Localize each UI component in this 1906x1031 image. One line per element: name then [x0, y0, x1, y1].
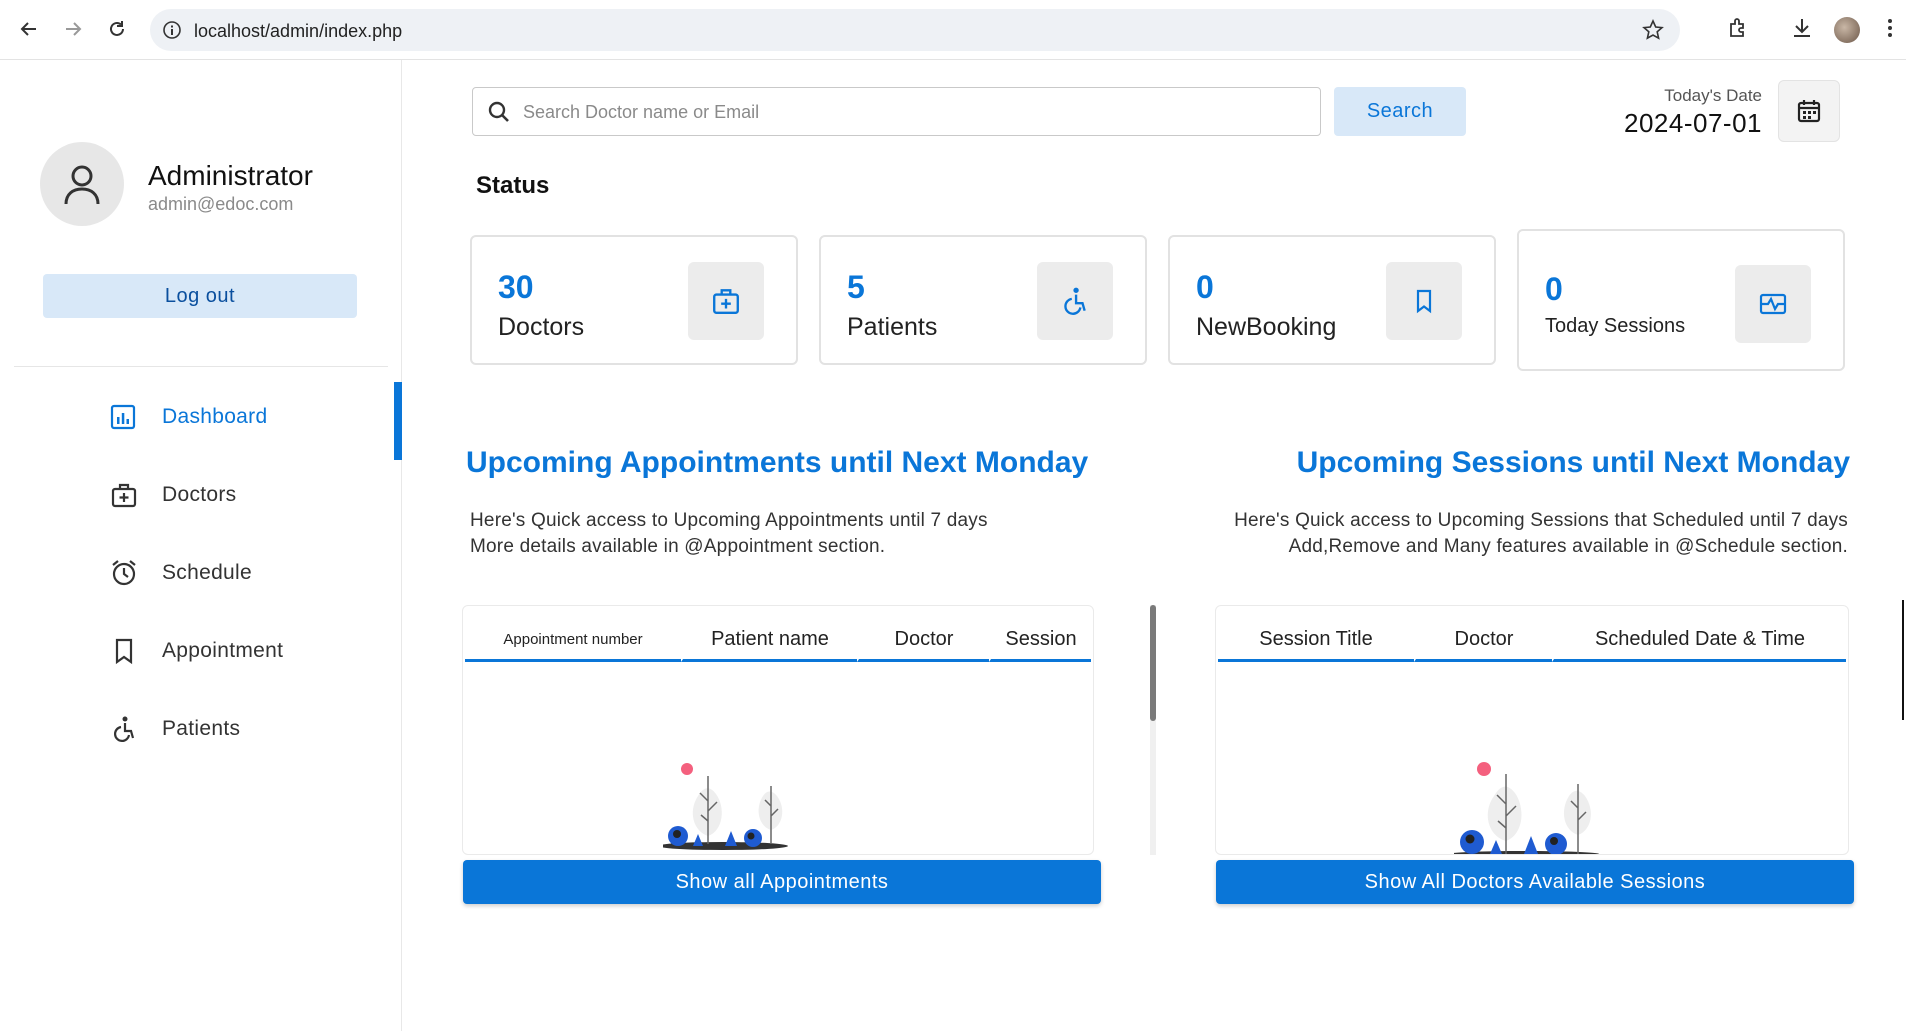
browser-toolbar: localhost/admin/index.php: [0, 0, 1906, 60]
scrollbar-thumb[interactable]: [1150, 605, 1156, 721]
column-header: Appointment number: [465, 622, 681, 662]
user-icon: [64, 165, 100, 205]
status-title: Status: [476, 172, 550, 199]
stat-card-newbooking: 0 NewBooking: [1168, 235, 1496, 365]
arrow-right-icon: [66, 22, 82, 36]
calendar-button[interactable]: [1778, 80, 1840, 142]
stat-card-doctors: 30 Doctors: [470, 235, 798, 365]
sessions-table: Session Title Doctor Scheduled Date & Ti…: [1215, 605, 1849, 855]
appointments-desc-line2: More details available in @Appointment s…: [470, 536, 886, 557]
back-button[interactable]: [14, 14, 44, 44]
reload-button[interactable]: [102, 14, 132, 44]
bookmark-icon: [110, 637, 138, 665]
profile-name: Administrator: [148, 160, 313, 191]
doctors-icon: [688, 262, 764, 340]
sidebar: Administrator admin@edoc.com Log out Das…: [0, 60, 402, 1031]
sidebar-item-label: Dashboard: [162, 405, 268, 428]
extensions-icon[interactable]: [1726, 16, 1750, 40]
user-avatar: [40, 142, 124, 226]
sidebar-item-schedule[interactable]: Schedule: [0, 538, 402, 608]
column-header: Session Title: [1218, 622, 1414, 662]
search-input[interactable]: [523, 98, 1303, 126]
search-icon: [487, 100, 511, 124]
wheelchair-icon: [1037, 262, 1113, 340]
show-all-sessions-button[interactable]: Show All Doctors Available Sessions: [1216, 860, 1854, 904]
sidebar-item-appointment[interactable]: Appointment: [0, 616, 402, 686]
address-bar[interactable]: localhost/admin/index.php: [150, 9, 1680, 51]
active-indicator: [394, 382, 402, 460]
sessions-heading: Upcoming Sessions until Next Monday: [1296, 446, 1850, 479]
sidebar-item-label: Schedule: [162, 561, 252, 584]
sessions-desc-line1: Here's Quick access to Upcoming Sessions…: [1234, 510, 1848, 531]
logout-button[interactable]: Log out: [43, 274, 357, 318]
browser-profile-avatar[interactable]: [1834, 17, 1860, 43]
stat-label: Today Sessions: [1545, 315, 1686, 337]
date-label: Today's Date: [1664, 86, 1762, 105]
column-header: Scheduled Date & Time: [1552, 622, 1846, 662]
wheelchair-icon: [110, 715, 138, 743]
site-info-icon[interactable]: [162, 20, 182, 40]
more-menu-icon[interactable]: [1886, 16, 1894, 40]
stat-value: 0: [1196, 269, 1214, 305]
column-header: Doctor: [857, 622, 989, 662]
sessions-description: Here's Quick access to Upcoming Sessions…: [1234, 508, 1848, 560]
search-box: [472, 87, 1321, 136]
window-edge: [1902, 600, 1904, 720]
calendar-icon: [1797, 100, 1821, 123]
column-header: Doctor: [1414, 622, 1552, 662]
doctors-icon: [110, 481, 138, 509]
profile-email: admin@edoc.com: [148, 194, 294, 214]
arrow-left-icon: [20, 22, 36, 36]
sidebar-item-doctors[interactable]: Doctors: [0, 460, 402, 530]
stat-label: Doctors: [498, 313, 585, 341]
sidebar-item-patients[interactable]: Patients: [0, 694, 402, 764]
sessions-desc-line2: Add,Remove and Many features available i…: [1288, 536, 1848, 557]
column-header: Session: [989, 622, 1091, 662]
stat-value: 0: [1545, 271, 1563, 307]
sidebar-item-dashboard[interactable]: Dashboard: [0, 382, 402, 460]
empty-state-illustration: [1454, 756, 1614, 854]
column-header: Patient name: [681, 622, 857, 662]
stat-card-today-sessions: 0 Today Sessions: [1517, 229, 1845, 371]
search-button[interactable]: Search: [1334, 87, 1466, 136]
sidebar-item-label: Doctors: [162, 483, 237, 506]
url-text: localhost/admin/index.php: [194, 21, 403, 41]
appointments-table: Appointment number Patient name Doctor S…: [462, 605, 1094, 855]
reload-icon: [110, 21, 124, 36]
appointments-desc-line1: Here's Quick access to Upcoming Appointm…: [470, 510, 988, 531]
sidebar-item-label: Appointment: [162, 639, 284, 662]
download-icon[interactable]: [1790, 16, 1814, 40]
stat-label: Patients: [847, 313, 938, 341]
show-all-appointments-button[interactable]: Show all Appointments: [463, 860, 1101, 904]
sidebar-item-label: Patients: [162, 717, 241, 740]
stat-card-patients: 5 Patients: [819, 235, 1147, 365]
forward-button[interactable]: [58, 14, 88, 44]
bookmark-icon: [1386, 262, 1462, 340]
dashboard-icon: [110, 404, 136, 430]
alarm-clock-icon: [110, 559, 138, 587]
sidebar-divider: [14, 366, 388, 367]
stat-value: 30: [498, 269, 534, 305]
date-value: 2024-07-01: [1624, 108, 1762, 138]
stat-label: NewBooking: [1196, 313, 1337, 341]
bookmark-star-icon[interactable]: [1642, 19, 1664, 41]
appointments-description: Here's Quick access to Upcoming Appointm…: [470, 508, 988, 560]
empty-state-illustration: [663, 756, 803, 854]
stat-value: 5: [847, 269, 865, 305]
sessions-icon: [1735, 265, 1811, 343]
appointments-heading: Upcoming Appointments until Next Monday: [466, 446, 1089, 479]
